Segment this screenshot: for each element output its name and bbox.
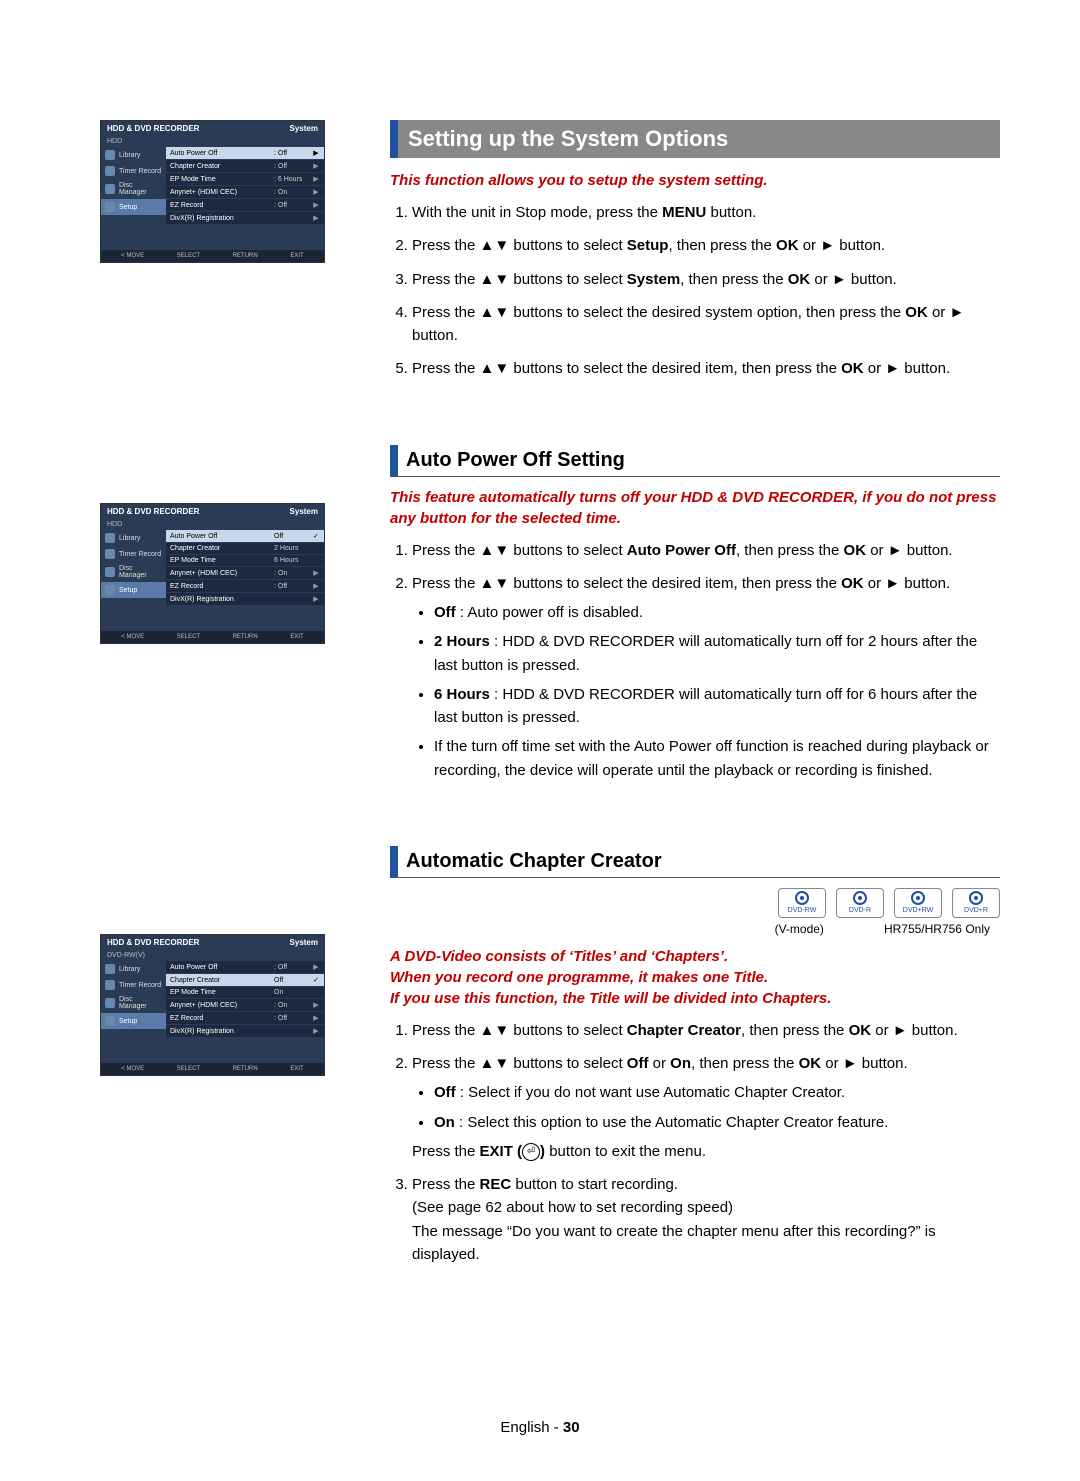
disc-badge: DVD-RW <box>778 888 826 918</box>
bullet-item: If the turn off time set with the Auto P… <box>434 735 1000 782</box>
osd-subheader: HDD <box>101 136 324 147</box>
exit-icon: ⏎ <box>522 1143 540 1161</box>
setup-icon <box>105 202 115 212</box>
osd-screenshot-2: HDD & DVD RECORDER System HDD Library Ti… <box>100 503 325 644</box>
bullet-item: Off : Select if you do not want use Auto… <box>434 1081 1000 1104</box>
disc-icon <box>105 184 115 194</box>
disc-badge-row: DVD-RW DVD-R DVD+RW DVD+R <box>390 888 1000 918</box>
right-column: Setting up the System Options This funct… <box>390 120 1020 1276</box>
disc-badge: DVD+RW <box>894 888 942 918</box>
section-intro: This function allows you to setup the sy… <box>390 170 1000 191</box>
section-intro: This feature automatically turns off you… <box>390 487 1000 529</box>
left-column: HDD & DVD RECORDER System HDD Library Ti… <box>100 120 360 1276</box>
step-item: Press the ▲▼ buttons to select Setup, th… <box>412 234 1000 257</box>
step-item: With the unit in Stop mode, press the ME… <box>412 201 1000 224</box>
disc-badge: DVD-R <box>836 888 884 918</box>
steps-list: With the unit in Stop mode, press the ME… <box>390 201 1000 381</box>
section-intro: A DVD-Video consists of ‘Titles’ and ‘Ch… <box>390 946 1000 1009</box>
timer-icon <box>105 166 115 176</box>
step-item: Press the ▲▼ buttons to select Chapter C… <box>412 1019 1000 1042</box>
step-item: Press the ▲▼ buttons to select the desir… <box>412 572 1000 782</box>
step-item: Press the ▲▼ buttons to select the desir… <box>412 357 1000 380</box>
osd-title: HDD & DVD RECORDER <box>107 124 199 133</box>
disc-badge: DVD+R <box>952 888 1000 918</box>
section-title-system-options: Setting up the System Options <box>390 120 1000 158</box>
disc-labels: (V-mode) HR755/HR756 Only <box>390 922 1000 936</box>
osd-screenshot-3: HDD & DVD RECORDER System DVD-RW(V) Libr… <box>100 934 325 1076</box>
steps-list: Press the ▲▼ buttons to select Auto Powe… <box>390 539 1000 782</box>
library-icon <box>105 150 115 160</box>
step-item: Press the REC button to start recording.… <box>412 1173 1000 1266</box>
step-item: Press the ▲▼ buttons to select the desir… <box>412 301 1000 348</box>
step-item: Press the ▲▼ buttons to select Off or On… <box>412 1052 1000 1163</box>
bullet-item: Off : Auto power off is disabled. <box>434 601 1000 624</box>
step-item: Press the ▲▼ buttons to select Auto Powe… <box>412 539 1000 562</box>
subsection-chapter-creator: Automatic Chapter Creator <box>390 846 1000 878</box>
steps-list: Press the ▲▼ buttons to select Chapter C… <box>390 1019 1000 1266</box>
osd-screenshot-1: HDD & DVD RECORDER System HDD Library Ti… <box>100 120 325 263</box>
bullet-item: 2 Hours : HDD & DVD RECORDER will automa… <box>434 630 1000 677</box>
page-number: English - 30 <box>0 1419 1080 1436</box>
exit-note: Press the EXIT (⏎) button to exit the me… <box>412 1140 1000 1163</box>
step-item: Press the ▲▼ buttons to select System, t… <box>412 268 1000 291</box>
bullet-item: On : Select this option to use the Autom… <box>434 1111 1000 1134</box>
osd-category: System <box>290 124 318 133</box>
subsection-auto-power-off: Auto Power Off Setting <box>390 445 1000 477</box>
bullet-item: 6 Hours : HDD & DVD RECORDER will automa… <box>434 683 1000 730</box>
